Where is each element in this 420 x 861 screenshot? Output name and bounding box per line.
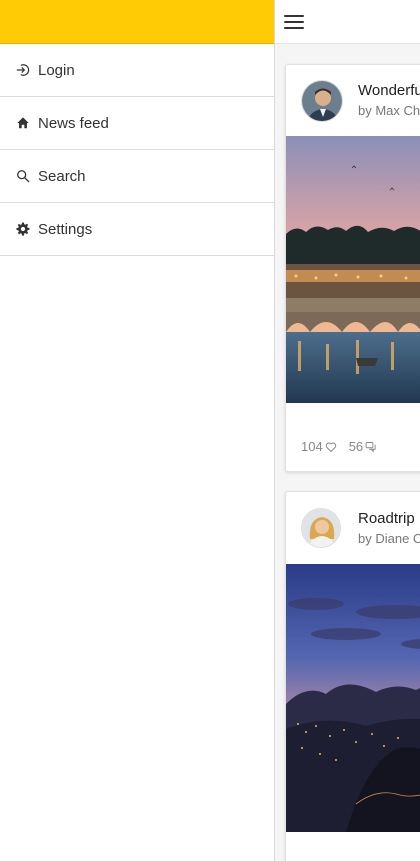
sidebar-header xyxy=(0,0,274,44)
post-stats: 104 56 xyxy=(301,439,389,454)
hamburger-menu-icon[interactable] xyxy=(284,14,306,30)
sidebar-item-settings[interactable]: Settings xyxy=(0,203,274,256)
sidebar-item-login[interactable]: Login xyxy=(0,44,274,97)
sidebar-item-label: Login xyxy=(38,61,75,79)
avatar[interactable] xyxy=(301,508,341,548)
sidebar-item-label: Settings xyxy=(38,220,93,238)
sidebar: Login News feed Search Settings xyxy=(0,0,275,861)
sidebar-item-label: Search xyxy=(38,167,86,185)
post-author: by Max Ch xyxy=(358,103,420,118)
main-content: Wonderful by Max Ch 104 56 Roadtrip by D… xyxy=(275,0,420,861)
comment-button[interactable]: 56 xyxy=(349,439,377,454)
card-header: Wonderful by Max Ch xyxy=(286,65,420,136)
gear-icon xyxy=(16,222,30,236)
avatar[interactable] xyxy=(301,80,343,122)
top-bar xyxy=(275,0,420,44)
sidebar-item-search[interactable]: Search xyxy=(0,150,274,203)
sidebar-item-news-feed[interactable]: News feed xyxy=(0,97,274,150)
login-icon xyxy=(16,63,30,77)
likes-count: 104 xyxy=(301,439,323,454)
post-title: Wonderful xyxy=(358,82,420,99)
like-button[interactable]: 104 xyxy=(301,439,337,454)
feed-card[interactable]: Wonderful by Max Ch 104 56 xyxy=(285,64,420,472)
post-author: by Diane C xyxy=(358,531,420,546)
heart-icon xyxy=(325,442,336,452)
search-icon xyxy=(16,169,30,183)
card-header: Roadtrip by Diane C xyxy=(286,492,420,563)
feed-card[interactable]: Roadtrip by Diane C xyxy=(285,491,420,861)
home-icon xyxy=(16,116,30,130)
comments-count: 56 xyxy=(348,439,364,454)
post-title: Roadtrip xyxy=(358,510,415,527)
post-photo[interactable] xyxy=(286,136,420,403)
app-window: Login News feed Search Settings Wonderfu… xyxy=(0,0,420,861)
comment-icon xyxy=(365,441,376,453)
sidebar-item-label: News feed xyxy=(38,114,109,132)
post-photo[interactable] xyxy=(286,564,420,832)
